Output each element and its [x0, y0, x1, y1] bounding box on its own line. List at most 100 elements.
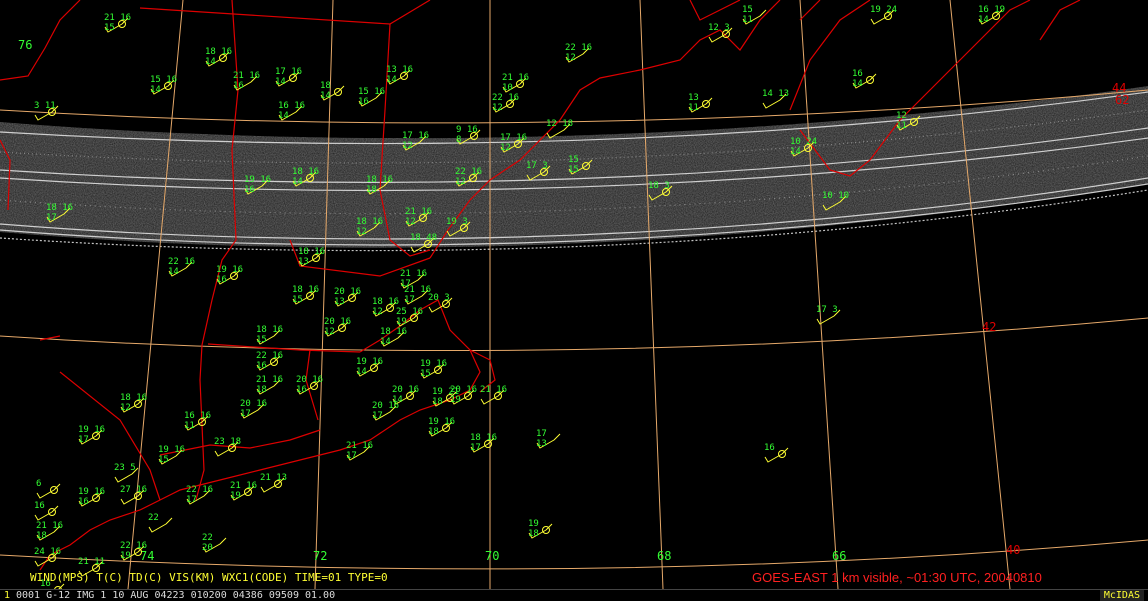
station-temp-text: 18 48: [410, 233, 437, 243]
station-dewpoint-text: 16: [78, 497, 89, 507]
station-temp-text: 18 16: [470, 433, 497, 443]
station-plot: 18 1615: [256, 325, 283, 345]
station-temp-text: 21 13: [260, 473, 287, 483]
station-temp-text: 13: [688, 93, 699, 103]
station-dewpoint-text: 17: [372, 411, 383, 421]
station-dewpoint-text: 12: [324, 327, 335, 337]
station-dewpoint-text: 12: [500, 143, 511, 153]
station-dewpoint-text: 19: [450, 395, 461, 405]
station-dewpoint-text: 17: [46, 213, 57, 223]
station-plot: 21 1619: [230, 481, 257, 501]
lon-label-70: 70: [485, 549, 499, 563]
station-temp-text: 25 16: [396, 307, 423, 317]
station-temp-text: 19 16: [428, 417, 455, 427]
station-dewpoint-text: 19: [396, 317, 407, 327]
station-temp-text: 17 3: [816, 305, 838, 315]
station-temp-text: 18: [320, 81, 331, 91]
station-dewpoint-text: 14: [275, 77, 286, 87]
station-temp-text: 22: [202, 533, 213, 543]
station-dewpoint-text: 17: [470, 443, 481, 453]
station-plot: 16 1611: [184, 411, 211, 431]
station-temp-text: 22 16: [565, 43, 592, 53]
station-dewpoint-text: 14: [356, 367, 367, 377]
station-dewpoint-text: 8: [456, 135, 461, 145]
station-plot: 1511: [742, 5, 767, 25]
station-temp-text: 18 16: [205, 47, 232, 57]
station-dewpoint-text: 15: [292, 295, 303, 305]
station-dewpoint-text: 13: [536, 439, 547, 449]
station-dewpoint-text: 14: [168, 267, 179, 277]
station-plot: 19 24: [870, 5, 897, 25]
status-bar: 1 0001 G-12 IMG 1 10 AUG 04223 010200 04…: [0, 589, 1148, 601]
station-temp-text: 12 3: [708, 23, 730, 33]
station-dewpoint-text: 15: [568, 165, 579, 175]
station-temp-text: 20 3: [428, 293, 450, 303]
station-plot: 18 48: [410, 233, 437, 253]
station-temp-text: 12 18: [546, 119, 573, 129]
station-dewpoint-text: 16: [256, 361, 267, 371]
station-temp-text: 18 16: [356, 217, 383, 227]
station-dewpoint-text: 18: [528, 529, 539, 539]
station-plot: 23 18: [214, 437, 241, 457]
station-temp-text: 9 16: [456, 125, 478, 135]
station-dewpoint-text: 14: [386, 75, 397, 85]
station-temp-text: 20 16: [334, 287, 361, 297]
station-temp-text: 20 16: [296, 375, 323, 385]
station-plot: 18 1615: [292, 285, 319, 305]
lon-label-74: 74: [140, 549, 154, 563]
station-plot: 13 1614: [386, 65, 413, 85]
station-plot: 27 16: [120, 485, 147, 505]
station-plot: 21 1618: [256, 375, 283, 395]
station-temp-text: 21 11: [78, 557, 105, 567]
station-temp-text: 17: [536, 429, 547, 439]
station-dewpoint-text: 18: [366, 185, 377, 195]
station-dewpoint-text: 14: [150, 85, 161, 95]
station-dewpoint-text: 16: [216, 275, 227, 285]
station-plot: 18 1614: [205, 47, 232, 67]
station-dewpoint-text: 11: [688, 103, 699, 113]
station-temp-text: 19: [528, 519, 539, 529]
station-plot: 22 1612: [492, 93, 519, 113]
mcidas-button[interactable]: McIDAS: [1099, 590, 1144, 601]
lat-label-42: 42: [982, 320, 996, 334]
station-temp-text: 18 16: [292, 285, 319, 295]
station-plot: 22 1614: [168, 257, 195, 277]
station-plot: 3 11: [34, 101, 59, 121]
station-dewpoint-text: 10: [502, 83, 513, 93]
station-temp-text: 16: [852, 69, 863, 79]
station-dewpoint-text: 19: [230, 491, 241, 501]
satellite-map-viewport: 74 72 70 68 66 76 42 40 62 44 21 16 15 22 …: [0, 0, 1148, 589]
station-plot: 1814: [320, 81, 345, 101]
frame-number[interactable]: 1: [4, 590, 10, 601]
station-temp-text: 17 16: [402, 131, 429, 141]
station-dewpoint-text: 12: [565, 53, 576, 63]
station-plot: 16 1914: [978, 5, 1005, 25]
station-temp-text: 22 16: [120, 541, 147, 551]
station-dewpoint-text: 12: [405, 217, 416, 227]
station-plot: 6: [36, 479, 61, 499]
station-temp-text: 21 16: [502, 73, 529, 83]
station-temp-text: 18 16: [256, 325, 283, 335]
station-plot: 21 1617: [346, 441, 373, 461]
lon-label-72: 72: [313, 549, 327, 563]
station-temp-text: 19 16: [78, 487, 105, 497]
station-dewpoint-text: 12: [455, 177, 466, 187]
station-plot: 19 1618: [428, 417, 455, 437]
station-dewpoint-text: 18: [256, 385, 267, 395]
lat-label-40: 40: [1006, 543, 1020, 557]
station-dewpoint-text: 18: [36, 531, 47, 541]
station-dewpoint-text: 16: [233, 81, 244, 91]
station-dewpoint-text: 18: [428, 427, 439, 437]
station-dewpoint-text: 14: [380, 337, 391, 347]
station-plot: 17 3: [816, 305, 841, 325]
station-temp-text: 16 19: [978, 5, 1005, 15]
graticule: [0, 0, 1148, 589]
lat-label-44: 44: [1112, 81, 1126, 95]
station-plot: 19 1615: [420, 359, 447, 379]
station-temp-text: 16: [764, 443, 775, 453]
station-temp-text: 21 16: [346, 441, 373, 451]
station-plot: 16 1614: [278, 101, 305, 121]
station-dewpoint-text: 17: [186, 495, 197, 505]
lon-label-76: 76: [18, 38, 32, 52]
station-plot: 1311: [688, 93, 713, 113]
